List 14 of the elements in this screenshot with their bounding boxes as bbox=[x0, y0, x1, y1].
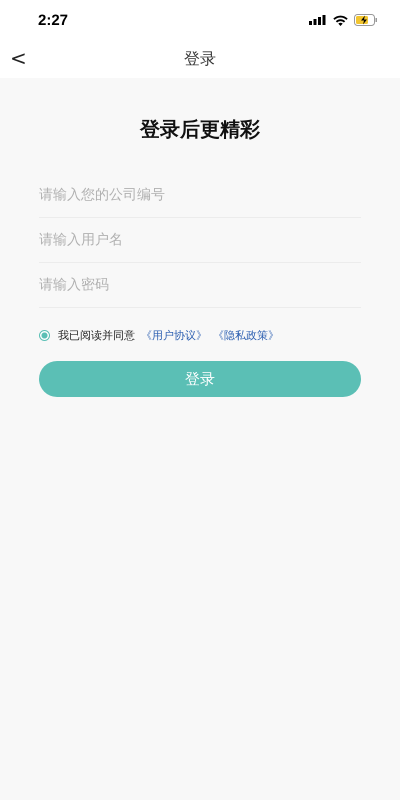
agreement-link[interactable]: 《用户协议》 bbox=[141, 328, 207, 343]
input-field[interactable]: 请输入用户名 bbox=[39, 218, 361, 263]
status-time: 2:27 bbox=[38, 12, 68, 28]
battery-icon bbox=[354, 14, 378, 26]
input-field[interactable]: 请输入您的公司编号 bbox=[39, 173, 361, 218]
input-field[interactable]: 请输入密码 bbox=[39, 263, 361, 308]
agree-radio[interactable] bbox=[39, 330, 50, 341]
agreement-link[interactable]: 《隐私政策》 bbox=[213, 328, 279, 343]
signal-icon bbox=[309, 15, 327, 25]
heading: 登录后更精彩 bbox=[138, 116, 261, 143]
page-title: 登录 bbox=[184, 48, 216, 70]
wifi-icon bbox=[333, 14, 348, 26]
agreement-text: 我已阅读并同意 bbox=[58, 328, 135, 343]
back-button[interactable]: < bbox=[6, 46, 31, 70]
